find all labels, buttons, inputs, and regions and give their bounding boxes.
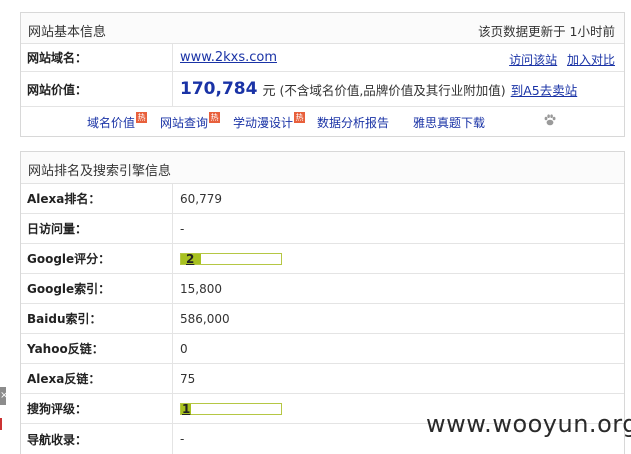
row-label: Yahoo反链： xyxy=(21,334,173,363)
alexa-rank-row: Alexa排名： 60,779 xyxy=(21,184,624,214)
row-value: - xyxy=(180,221,185,236)
quick-link-domain-value[interactable]: 域名价值热 xyxy=(87,112,148,131)
quick-link-ielts[interactable]: 雅思真题下载 xyxy=(413,114,485,131)
hot-icon: 热 xyxy=(294,112,306,123)
domain-row: 网站域名： www.2kxs.com 访问该站 加入对比 xyxy=(21,44,624,72)
side-edge-mark xyxy=(0,418,3,430)
update-note: 该页数据更新于 1小时前 xyxy=(478,24,615,39)
ranking-title: 网站排名及搜索引擎信息 xyxy=(28,164,172,179)
price-value-cell: 170,784 元 (不含域名价值,品牌价值及其行业附加值) 到A5去卖站 xyxy=(180,72,624,106)
quick-link-label: 数据分析报告 xyxy=(317,116,390,130)
price-note: (不含域名价值,品牌价值及其行业附加值) xyxy=(279,82,506,98)
sogou-rank-value: 1 xyxy=(182,401,191,416)
quick-links-bar: 域名价值热 网站查询热 学动漫设计热 数据分析报告 雅思真题下载 xyxy=(21,107,624,135)
sogou-rank-bar: 1 xyxy=(180,401,282,416)
basic-info-header: 网站基本信息 该页数据更新于 1小时前 xyxy=(21,13,624,44)
google-pr-bar: 2 xyxy=(180,252,282,266)
row-value: 60,779 xyxy=(180,191,222,206)
google-pr-value[interactable]: 2 xyxy=(186,252,194,266)
daily-visits-row: 日访问量： - xyxy=(21,214,624,244)
hot-icon: 热 xyxy=(136,112,148,123)
row-label: Alexa反链： xyxy=(21,364,173,393)
row-label: 导航收录： xyxy=(21,424,173,454)
quick-link-label: 雅思真题下载 xyxy=(413,116,486,130)
price-row: 网站价值： 170,784 元 (不含域名价值,品牌价值及其行业附加值) 到A5… xyxy=(21,72,624,107)
row-value: 15,800 xyxy=(180,281,222,296)
price-value: 170,784 xyxy=(180,79,258,99)
row-value-cell: 2 xyxy=(180,244,624,273)
row-label: Google索引： xyxy=(21,274,173,303)
quick-link-label: 域名价值 xyxy=(87,116,136,130)
ranking-panel: 网站排名及搜索引擎信息 Alexa排名： 60,779 日访问量： - Goog… xyxy=(20,151,625,454)
left-edge-strip xyxy=(0,0,10,454)
row-label: Google评分： xyxy=(21,244,173,273)
alexa-backlinks-row: Alexa反链： 75 xyxy=(21,364,624,394)
ranking-header: 网站排名及搜索引擎信息 xyxy=(21,152,624,184)
hot-icon: 热 xyxy=(209,112,221,123)
domain-link[interactable]: www.2kxs.com xyxy=(180,50,277,65)
row-value: 586,000 xyxy=(180,311,230,326)
basic-info-title: 网站基本信息 xyxy=(28,25,107,40)
watermark: www.wooyun.org xyxy=(426,410,631,438)
add-compare-link[interactable]: 加入对比 xyxy=(567,53,615,67)
price-label: 网站价值： xyxy=(21,72,173,106)
baidu-index-row: Baidu索引： 586,000 xyxy=(21,304,624,334)
side-close-icon[interactable]: × xyxy=(0,387,6,405)
google-index-row: Google索引： 15,800 xyxy=(21,274,624,304)
quick-link-label: 学动漫设计 xyxy=(233,116,294,130)
row-label: Baidu索引： xyxy=(21,304,173,333)
row-label: 搜狗评级： xyxy=(21,394,173,423)
basic-info-panel: 网站基本信息 该页数据更新于 1小时前 网站域名： www.2kxs.com 访… xyxy=(20,12,625,137)
row-label: Alexa排名： xyxy=(21,184,173,213)
visit-site-link[interactable]: 访问该站 xyxy=(509,53,557,67)
quick-link-data-report[interactable]: 数据分析报告 xyxy=(317,114,389,131)
row-value: 75 xyxy=(180,371,196,386)
paw-icon[interactable] xyxy=(543,113,557,127)
quick-link-label: 网站查询 xyxy=(160,116,209,130)
domain-actions: 访问该站 加入对比 xyxy=(503,51,615,68)
quick-link-site-query[interactable]: 网站查询热 xyxy=(160,112,221,131)
domain-label: 网站域名： xyxy=(21,44,173,71)
yahoo-backlinks-row: Yahoo反链： 0 xyxy=(21,334,624,364)
sell-site-link[interactable]: 到A5去卖站 xyxy=(511,80,578,99)
row-label: 日访问量： xyxy=(21,214,173,243)
row-value: 0 xyxy=(180,341,188,356)
price-unit: 元 xyxy=(262,83,276,99)
google-pr-row: Google评分： 2 xyxy=(21,244,624,274)
quick-link-anime-design[interactable]: 学动漫设计热 xyxy=(233,112,306,131)
